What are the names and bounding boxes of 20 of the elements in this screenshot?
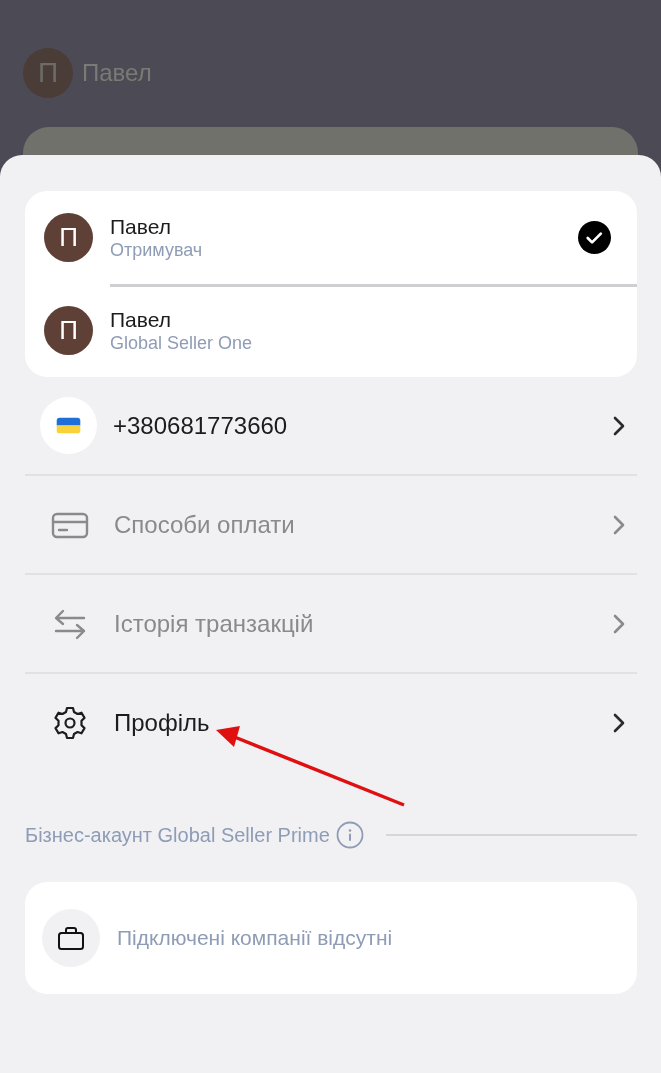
menu-label: Історія транзакцій bbox=[114, 609, 315, 638]
info-icon[interactable] bbox=[335, 821, 364, 849]
account-name: Павел bbox=[110, 307, 172, 332]
account-item[interactable]: П Павел Global Seller One bbox=[44, 284, 637, 377]
menu-label: Профіль bbox=[114, 708, 211, 737]
account-item[interactable]: П Павел Отримувач bbox=[44, 191, 637, 284]
account-name: Павел bbox=[110, 214, 172, 239]
briefcase-icon bbox=[42, 909, 100, 967]
menu-item[interactable]: Профіль bbox=[25, 674, 637, 771]
menu-item[interactable]: +380681773660 bbox=[25, 377, 637, 476]
section-title: Бізнес-акаунт Global Seller Prime bbox=[25, 823, 330, 847]
menu-label: Способи оплати bbox=[114, 510, 296, 539]
account-avatar: П bbox=[44, 306, 93, 355]
empty-message: Підключені компанії відсутні bbox=[117, 926, 393, 950]
menu-label: +380681773660 bbox=[113, 411, 289, 440]
checkmark-icon bbox=[578, 221, 611, 254]
flag-icon bbox=[40, 397, 97, 454]
account-role: Global Seller One bbox=[110, 332, 254, 354]
account-role: Отримувач bbox=[110, 239, 204, 261]
account-avatar: П bbox=[44, 213, 93, 262]
